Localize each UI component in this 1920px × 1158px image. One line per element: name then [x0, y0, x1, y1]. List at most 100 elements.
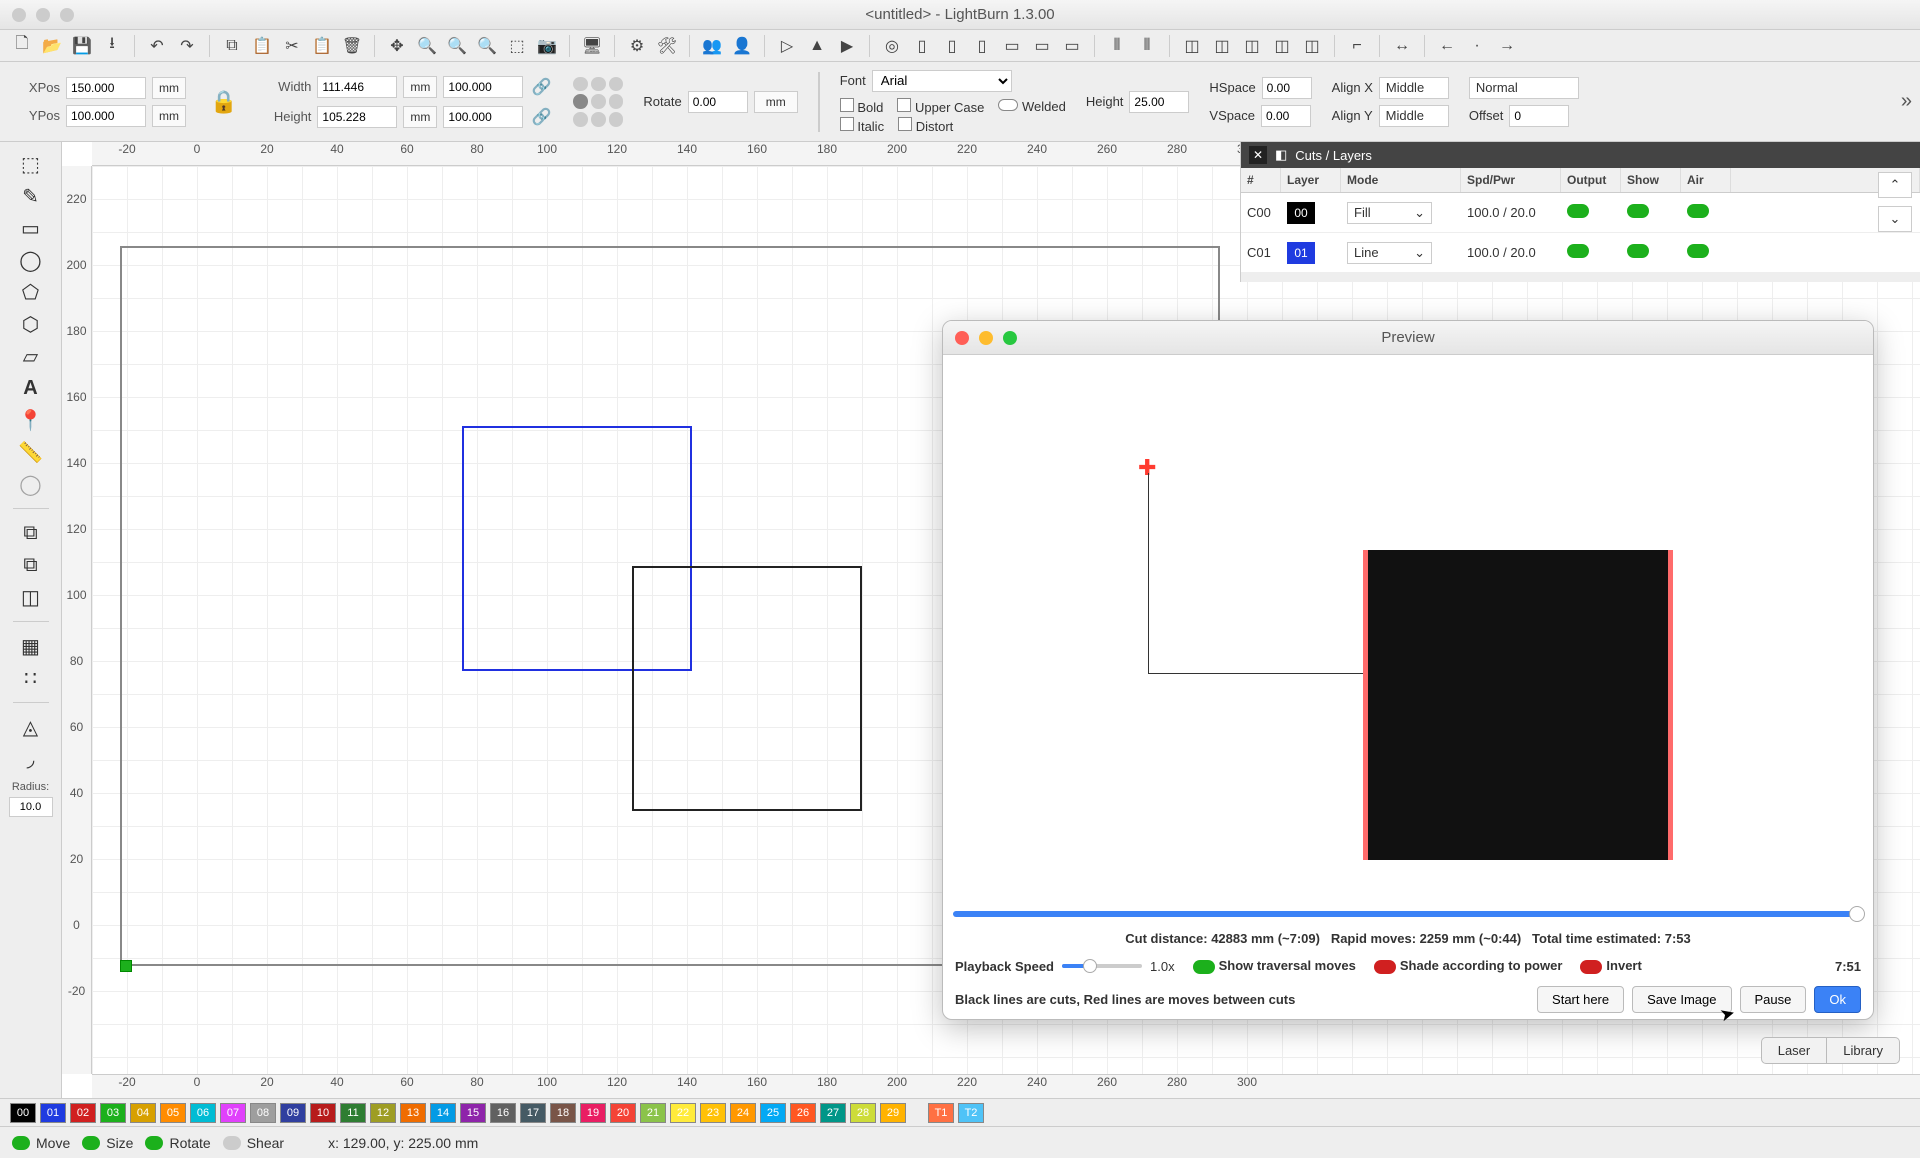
palette-swatch-04[interactable]: 04 — [130, 1103, 156, 1123]
space-v-icon[interactable]: ◫ — [1300, 34, 1324, 58]
row0-swatch[interactable]: 00 — [1287, 202, 1315, 224]
align-hcenter-icon[interactable]: ▯ — [940, 34, 964, 58]
row1-swatch[interactable]: 01 — [1287, 242, 1315, 264]
preview-min-icon[interactable] — [979, 331, 993, 345]
palette-swatch-25[interactable]: 25 — [760, 1103, 786, 1123]
mm-button[interactable]: mm — [754, 91, 798, 113]
rotate-toggle[interactable] — [145, 1136, 163, 1150]
palette-swatch-17[interactable]: 17 — [520, 1103, 546, 1123]
align-right-icon[interactable]: ▯ — [970, 34, 994, 58]
preview-close-icon[interactable] — [955, 331, 969, 345]
palette-swatch-10[interactable]: 10 — [310, 1103, 336, 1123]
playback-speed-slider[interactable] — [1062, 964, 1142, 968]
path-tool-icon[interactable]: ⬡ — [17, 310, 45, 338]
zoom-out-icon[interactable]: 🔍 — [445, 34, 469, 58]
undo-icon[interactable]: ↶ — [145, 34, 169, 58]
palette-swatch-24[interactable]: 24 — [730, 1103, 756, 1123]
rect-tool-icon[interactable]: ▭ — [17, 214, 45, 242]
preview-progress-slider[interactable] — [953, 911, 1863, 917]
preview-max-icon[interactable] — [1003, 331, 1017, 345]
height-input[interactable] — [317, 106, 397, 128]
font-height-input[interactable] — [1129, 91, 1189, 113]
align-left-icon[interactable]: ▯ — [910, 34, 934, 58]
anchor-grid[interactable] — [573, 77, 623, 127]
new-file-icon[interactable]: 🗋 — [10, 34, 34, 58]
palette-swatch-23[interactable]: 23 — [700, 1103, 726, 1123]
aligny-select[interactable]: Middle — [1379, 105, 1449, 127]
palette-swatch-08[interactable]: 08 — [250, 1103, 276, 1123]
cut-icon[interactable]: ✂ — [280, 34, 304, 58]
min-dot[interactable] — [36, 8, 50, 22]
camera-icon[interactable]: 📷 — [535, 34, 559, 58]
palette-swatch-12[interactable]: 12 — [370, 1103, 396, 1123]
palette-swatch-07[interactable]: 07 — [220, 1103, 246, 1123]
tool-layer-swatch-T1[interactable]: T1 — [928, 1103, 954, 1123]
preview-titlebar[interactable]: Preview — [943, 321, 1873, 355]
palette-swatch-29[interactable]: 29 — [880, 1103, 906, 1123]
palette-swatch-06[interactable]: 06 — [190, 1103, 216, 1123]
corner-icon[interactable]: ⌐ — [1345, 34, 1369, 58]
tool-layer-swatch-T2[interactable]: T2 — [958, 1103, 984, 1123]
boolean-tool-icon[interactable]: ◫ — [17, 583, 45, 611]
palette-swatch-18[interactable]: 18 — [550, 1103, 576, 1123]
weld-tool-icon[interactable]: ◬ — [17, 713, 45, 741]
max-dot[interactable] — [60, 8, 74, 22]
ypos-input[interactable] — [66, 105, 146, 127]
radius-tool-icon[interactable]: ◯ — [17, 470, 45, 498]
import-icon[interactable]: ⭳ — [100, 34, 124, 58]
radius-input[interactable] — [9, 797, 53, 817]
height-match-icon[interactable]: ◫ — [1240, 34, 1264, 58]
show-traversal-toggle[interactable] — [1193, 960, 1215, 974]
row0-air-toggle[interactable] — [1687, 204, 1709, 218]
shape-rect-black[interactable] — [632, 566, 862, 811]
more-chevron-icon[interactable]: » — [1901, 90, 1912, 113]
row1-output-toggle[interactable] — [1567, 244, 1589, 258]
preview-icon[interactable]: 🖥 — [580, 34, 604, 58]
measure-tool-icon[interactable]: 📏 — [17, 438, 45, 466]
palette-swatch-03[interactable]: 03 — [100, 1103, 126, 1123]
palette-swatch-27[interactable]: 27 — [820, 1103, 846, 1123]
layer-up-button[interactable]: ⌃ — [1878, 172, 1912, 198]
undock-panel-icon[interactable]: ◧ — [1275, 147, 1287, 163]
mirror-v-icon[interactable]: ▶ — [835, 34, 859, 58]
close-dot[interactable] — [12, 8, 26, 22]
offset-tool-icon[interactable]: ▱ — [17, 342, 45, 370]
cuts-panel-header[interactable]: ✕ ◧ Cuts / Layers — [1241, 142, 1920, 168]
row0-mode-select[interactable]: Fill⌄ — [1347, 202, 1432, 224]
row0-output-toggle[interactable] — [1567, 204, 1589, 218]
palette-swatch-20[interactable]: 20 — [610, 1103, 636, 1123]
distort-check[interactable] — [898, 117, 912, 131]
palette-swatch-01[interactable]: 01 — [40, 1103, 66, 1123]
width-input[interactable] — [317, 76, 397, 98]
palette-swatch-15[interactable]: 15 — [460, 1103, 486, 1123]
row1-show-toggle[interactable] — [1627, 244, 1649, 258]
align-top-icon[interactable]: ▭ — [1000, 34, 1024, 58]
lock-icon[interactable]: 🔒 — [210, 89, 237, 115]
mirror-h-icon[interactable]: ▲ — [805, 34, 829, 58]
settings-icon[interactable]: ⚙ — [625, 34, 649, 58]
save-image-button[interactable]: Save Image — [1632, 986, 1731, 1013]
size-match-icon[interactable]: ◫ — [1180, 34, 1204, 58]
support-icon[interactable]: 👥 — [700, 34, 724, 58]
nudge-right-icon[interactable]: → — [1495, 34, 1519, 58]
redo-icon[interactable]: ↷ — [175, 34, 199, 58]
palette-swatch-26[interactable]: 26 — [790, 1103, 816, 1123]
zoom-fit-icon[interactable]: 🔍 — [475, 34, 499, 58]
align-vcenter-icon[interactable]: ▭ — [1030, 34, 1054, 58]
shear-toggle[interactable] — [223, 1136, 241, 1150]
frame-sel-icon[interactable]: ⬚ — [505, 34, 529, 58]
ellipse-tool-icon[interactable]: ◯ — [17, 246, 45, 274]
save-file-icon[interactable]: 💾 — [70, 34, 94, 58]
tab-laser[interactable]: Laser — [1761, 1037, 1828, 1064]
palette-swatch-13[interactable]: 13 — [400, 1103, 426, 1123]
cuts-row-1[interactable]: C01 01 Line⌄ 100.0 / 20.0 — [1241, 233, 1920, 273]
width-pct-input[interactable] — [443, 76, 523, 98]
xpos-input[interactable] — [66, 77, 146, 99]
start-here-button[interactable]: Start here — [1537, 986, 1624, 1013]
welded-toggle[interactable] — [998, 99, 1018, 111]
font-select[interactable]: Arial — [872, 70, 1012, 92]
palette-swatch-11[interactable]: 11 — [340, 1103, 366, 1123]
hspace-input[interactable] — [1262, 77, 1312, 99]
row1-mode-select[interactable]: Line⌄ — [1347, 242, 1432, 264]
delete-icon[interactable]: 🗑 — [340, 34, 364, 58]
